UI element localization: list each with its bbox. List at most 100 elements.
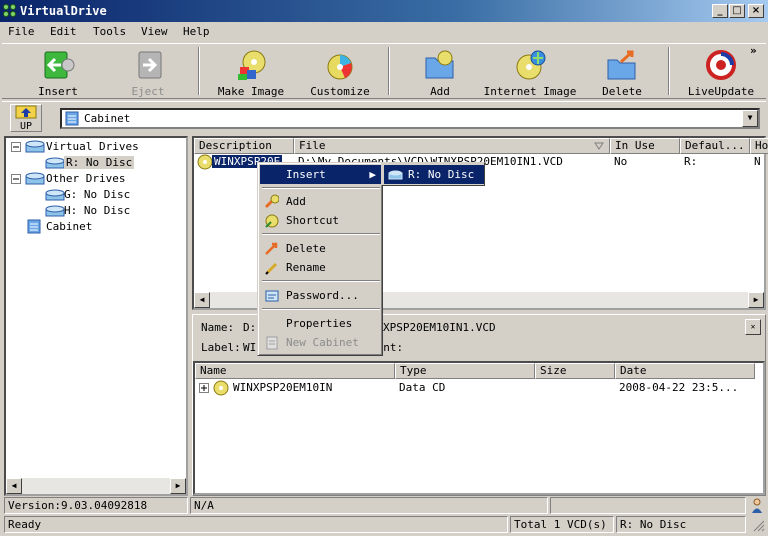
sort-arrow-icon	[594, 142, 604, 150]
details-label-label: Label:	[201, 341, 241, 354]
liveupdate-icon	[704, 48, 738, 82]
menu-new-cabinet[interactable]: New Cabinet	[260, 333, 382, 352]
close-button[interactable]: ×	[748, 4, 764, 18]
close-details-icon[interactable]: ✕	[745, 319, 761, 335]
version-field: Version:9.03.04092818	[4, 497, 188, 514]
col-type[interactable]: Type	[395, 363, 535, 379]
maximize-button[interactable]: □	[729, 4, 745, 18]
cd-drive-icon	[45, 189, 65, 201]
tree-g-drive[interactable]: G: No Disc	[64, 188, 130, 201]
expand-icon[interactable]	[199, 383, 209, 393]
menu-rename[interactable]: Rename	[260, 258, 382, 277]
menu-tools[interactable]: Tools	[93, 25, 126, 38]
insert-label: Insert	[38, 85, 78, 98]
customize-button[interactable]: Customize	[304, 48, 376, 98]
insert-submenu: R: No Disc	[381, 162, 485, 186]
menu-edit[interactable]: Edit	[50, 25, 77, 38]
tree-virtual-drives[interactable]: Virtual Drives	[46, 140, 139, 153]
cabinet-icon	[65, 111, 79, 126]
menu-delete[interactable]: Delete	[260, 239, 382, 258]
col-name[interactable]: Name	[195, 363, 395, 379]
menu-file[interactable]: File	[8, 25, 35, 38]
virtual-drive-icon	[45, 157, 65, 169]
window-title: VirtualDrive	[20, 4, 107, 18]
collapse-icon[interactable]	[11, 142, 21, 152]
details-name-tail: XPSP20EM10IN1.VCD	[383, 321, 496, 334]
ready-field: Ready	[4, 516, 508, 533]
col-size[interactable]: Size	[535, 363, 615, 379]
insert-button[interactable]: Insert	[24, 48, 92, 98]
liveupdate-button[interactable]: LiveUpdate	[682, 48, 760, 98]
submenu-r-drive[interactable]: R: No Disc	[384, 165, 484, 184]
internet-image-icon	[513, 48, 547, 82]
add-button[interactable]: Add	[410, 48, 470, 98]
scroll-right-icon[interactable]: ▶	[748, 292, 764, 308]
user-icon	[752, 498, 762, 513]
make-image-button[interactable]: Make Image	[210, 48, 292, 98]
col-date[interactable]: Date	[615, 363, 755, 379]
tree-other-drives[interactable]: Other Drives	[46, 172, 125, 185]
make-image-icon	[234, 48, 268, 82]
delete-folder-icon	[605, 48, 639, 82]
menu-insert[interactable]: Insert ▶	[260, 165, 382, 184]
resize-grip-icon[interactable]	[752, 519, 765, 532]
address-bar: UP Cabinet ▼	[2, 101, 766, 133]
disc-contents: Name Type Size Date WINXPSP20EM10IN Data…	[193, 361, 765, 495]
delete-button[interactable]: Delete	[596, 48, 648, 98]
shortcut-icon	[265, 214, 279, 228]
scroll-right-icon[interactable]: ▶	[170, 478, 186, 494]
row-in-use: No	[614, 155, 628, 168]
menu-view[interactable]: View	[141, 25, 168, 38]
customize-label: Customize	[310, 85, 370, 98]
menu-add[interactable]: Add	[260, 192, 382, 211]
menu-password[interactable]: Password...	[260, 286, 382, 305]
internet-image-button[interactable]: Internet Image	[482, 48, 578, 98]
toolbar-overflow-chevron[interactable]: »	[750, 44, 757, 57]
customize-icon	[323, 48, 357, 82]
up-arrow-icon	[15, 105, 37, 119]
tree-r-drive[interactable]: R: No Disc	[64, 156, 135, 169]
details-name-label: Name:	[201, 321, 235, 334]
tree-h-scrollbar[interactable]	[6, 478, 186, 494]
tree-h-drive[interactable]: H: No Disc	[64, 204, 130, 217]
content-name: WINXPSP20EM10IN	[233, 381, 333, 394]
minimize-button[interactable]: _	[712, 4, 728, 18]
add-folder-icon	[423, 48, 457, 82]
delete-label: Delete	[602, 85, 642, 98]
location-combo[interactable]: Cabinet ▼	[60, 108, 760, 129]
col-file[interactable]: File	[294, 138, 610, 154]
title-bar: VirtualDrive _ □ ×	[0, 0, 768, 22]
cd-icon	[213, 380, 229, 396]
virtual-drives-icon	[25, 140, 45, 153]
status-area: Version:9.03.04092818 N/A Ready Total 1 …	[0, 497, 768, 535]
col-default[interactable]: Defaul...	[680, 138, 750, 154]
location-value: Cabinet	[84, 112, 131, 125]
submenu-arrow-icon: ▶	[369, 168, 376, 181]
content-date: 2008-04-22 23:5...	[619, 381, 739, 394]
delete-icon	[265, 242, 278, 255]
menu-help[interactable]: Help	[183, 25, 210, 38]
eject-button[interactable]: Eject	[114, 48, 182, 98]
collapse-icon[interactable]	[11, 174, 21, 184]
blank-field	[550, 497, 746, 514]
col-description[interactable]: Description	[194, 138, 294, 154]
menu-properties[interactable]: Properties	[260, 314, 382, 333]
add-label: Add	[430, 85, 450, 98]
cd-drive-icon	[45, 205, 65, 217]
vcd-disc-icon	[197, 154, 213, 170]
scroll-left-icon[interactable]: ◀	[6, 478, 22, 494]
liveupdate-label: LiveUpdate	[687, 85, 755, 98]
content-type: Data CD	[399, 381, 446, 394]
col-in-use[interactable]: In Use	[610, 138, 680, 154]
col-h[interactable]: Ho	[750, 138, 768, 154]
internet-image-label: Internet Image	[483, 85, 577, 98]
rename-pencil-icon	[265, 262, 278, 275]
scroll-left-icon[interactable]: ◀	[194, 292, 210, 308]
toolbar: Insert Eject Make Image Customize Add In…	[2, 43, 766, 99]
row-h: N	[754, 155, 761, 168]
tree-cabinet[interactable]: Cabinet	[46, 220, 92, 233]
up-button[interactable]: UP	[10, 104, 42, 132]
combo-dropdown-arrow-icon[interactable]: ▼	[742, 110, 758, 127]
table-row[interactable]: WINXPSP20EM10IN Data CD 2008-04-22 23:5.…	[195, 380, 763, 396]
menu-shortcut[interactable]: Shortcut	[260, 211, 382, 230]
